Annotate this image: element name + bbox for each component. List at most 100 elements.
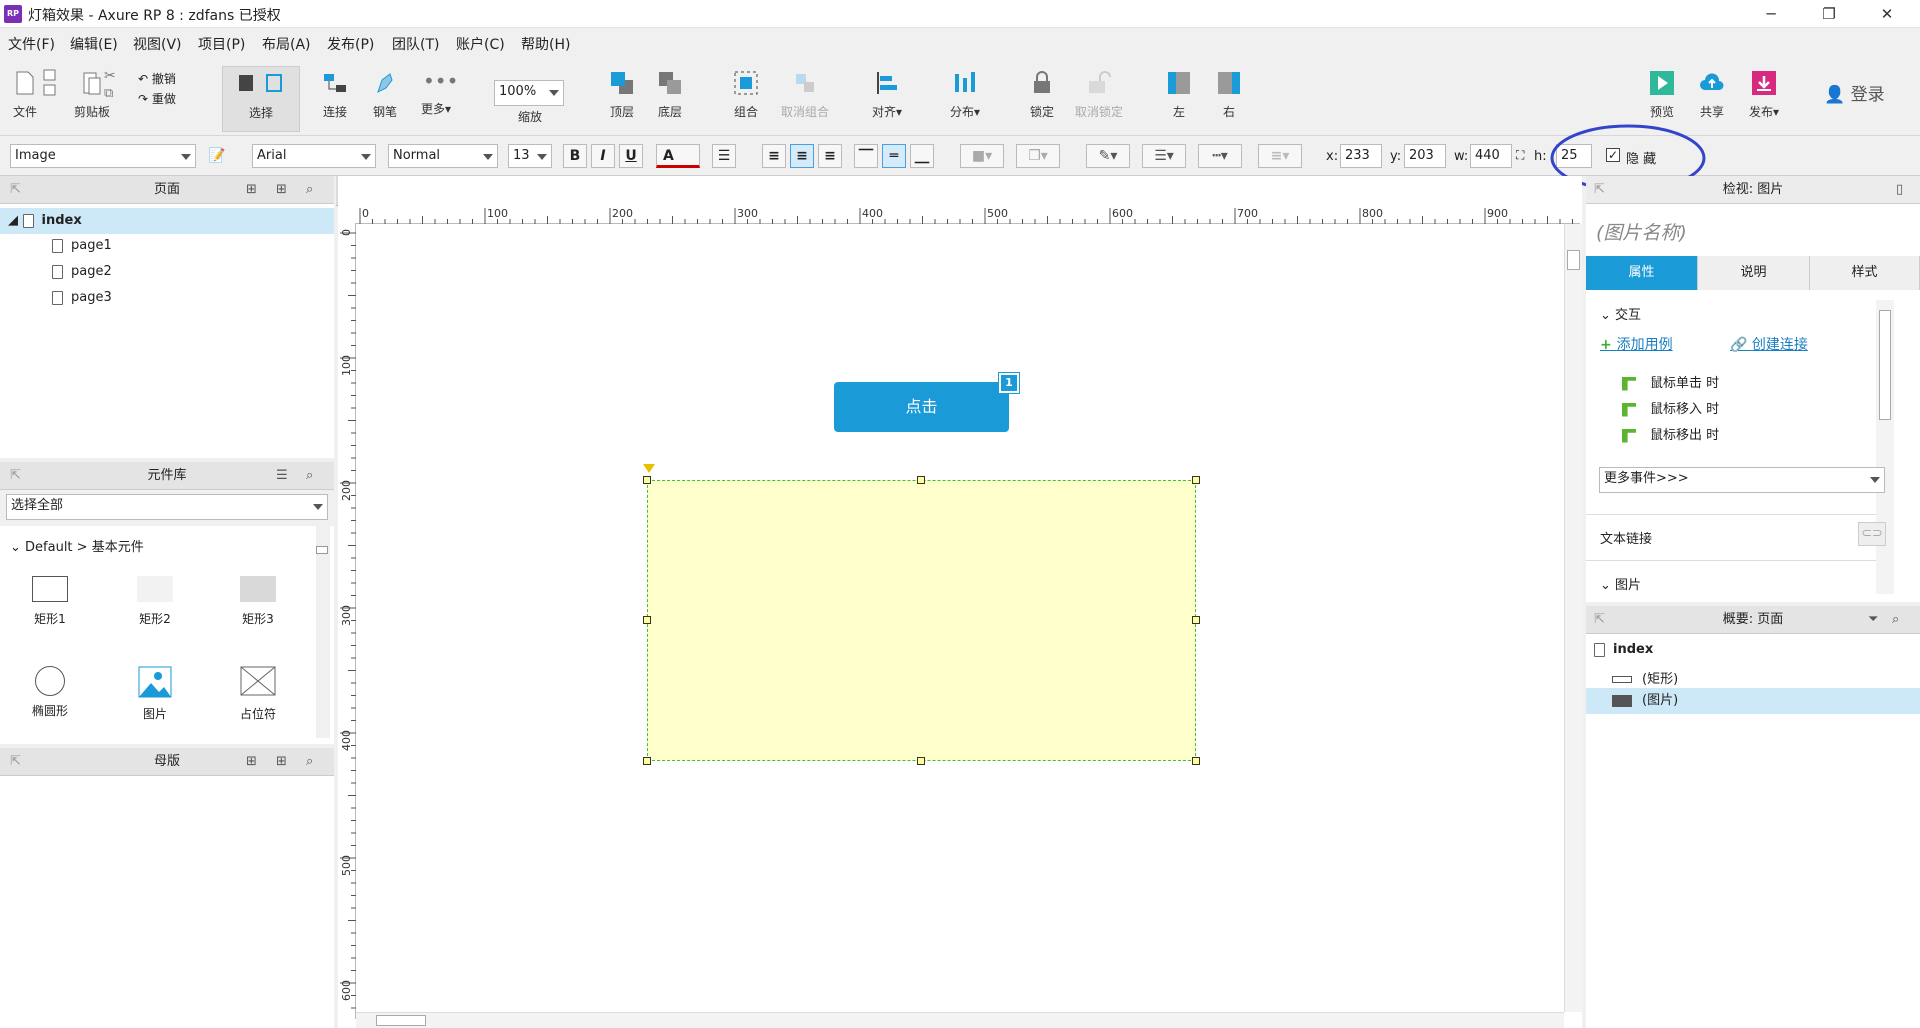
page-item[interactable]: page1 — [52, 238, 112, 253]
align-right-text-icon[interactable]: ≡ — [818, 144, 842, 168]
outline-item-rect[interactable]: (矩形) — [1612, 668, 1678, 687]
align-button[interactable]: 对齐▾ — [866, 70, 908, 120]
distribute-button[interactable]: 分布▾ — [944, 70, 986, 120]
resize-handle[interactable] — [917, 476, 925, 484]
font-color-button[interactable]: A — [656, 144, 700, 168]
create-link-link[interactable]: 🔗 创建连接 — [1730, 334, 1808, 354]
page-index[interactable]: ◢ index — [0, 208, 334, 234]
collapse-icon[interactable]: ⇱ — [10, 748, 21, 776]
resize-handle[interactable] — [643, 476, 651, 484]
menu-edit[interactable]: 编辑(E) — [70, 34, 118, 54]
outline-page-index[interactable]: index — [1594, 642, 1653, 657]
menu-layout[interactable]: 布局(A) — [262, 34, 311, 54]
resize-handle[interactable] — [1192, 476, 1200, 484]
library-group[interactable]: ⌄ Default > 基本元件 — [10, 536, 144, 555]
tab-notes[interactable]: 说明 — [1698, 256, 1810, 290]
keep-ratio-icon[interactable]: ⛶ — [1516, 148, 1524, 163]
fill-color-icon[interactable]: ■▾ — [960, 144, 1004, 168]
widget-type-select[interactable]: Image — [10, 144, 196, 168]
collapse-icon[interactable]: ⇱ — [10, 462, 21, 490]
library-select[interactable]: 选择全部 — [6, 494, 328, 520]
event-onmouseenter[interactable]: 鼠标移入 时 — [1622, 398, 1719, 417]
resize-handle[interactable] — [643, 757, 651, 765]
outline-item-image[interactable]: (图片) — [1586, 688, 1920, 714]
w-input[interactable]: 440 — [1470, 144, 1512, 168]
more-button[interactable]: ••• 更多▾ — [414, 70, 458, 117]
menu-icon[interactable]: ☰ — [276, 462, 288, 490]
click-button-widget[interactable]: 点击 — [834, 382, 1009, 432]
resize-handle[interactable] — [917, 757, 925, 765]
widget-image[interactable]: 图片 — [115, 666, 195, 722]
search-icon[interactable]: ⌕ — [306, 176, 313, 204]
resize-handle[interactable] — [643, 616, 651, 624]
menu-publish[interactable]: 发布(P) — [327, 34, 374, 54]
valign-bottom-icon[interactable]: ⎽ — [910, 144, 934, 168]
page-item[interactable]: page2 — [52, 264, 112, 279]
arrow-style-icon[interactable]: ≡▾ — [1258, 144, 1302, 168]
event-onmouseout[interactable]: 鼠标移出 时 — [1622, 424, 1719, 443]
interaction-section[interactable]: ⌄ 交互 — [1600, 304, 1641, 323]
page-item[interactable]: page3 — [52, 290, 112, 305]
preview-button[interactable]: 预览 — [1644, 70, 1680, 120]
right-button[interactable]: 右 — [1214, 70, 1244, 120]
select-button[interactable]: 选择 — [222, 66, 300, 132]
unlock-button[interactable]: 取消锁定 — [1070, 70, 1128, 120]
menu-file[interactable]: 文件(F) — [8, 34, 55, 54]
widget-ellipse[interactable]: 椭圆形 — [10, 666, 90, 719]
send-back-button[interactable]: 底层 — [650, 70, 690, 120]
scrollbar-thumb[interactable] — [1567, 250, 1580, 270]
valign-top-icon[interactable]: ⎺ — [854, 144, 878, 168]
menu-view[interactable]: 视图(V) — [133, 34, 182, 54]
scrollbar-thumb[interactable] — [376, 1015, 426, 1026]
widget-rect2[interactable]: 矩形2 — [115, 576, 195, 627]
left-button[interactable]: 左 — [1164, 70, 1194, 120]
connect-button[interactable]: 连接 — [316, 70, 354, 120]
style-edit-icon[interactable]: 📝 — [208, 148, 225, 164]
resize-handle[interactable] — [1192, 757, 1200, 765]
inspector-scrollbar[interactable] — [1876, 300, 1894, 594]
font-family-select[interactable]: Arial — [252, 144, 376, 168]
bring-front-button[interactable]: 顶层 — [602, 70, 642, 120]
page-notes-icon[interactable]: ▯ — [1896, 176, 1903, 204]
add-case-link[interactable]: + 添加用例 — [1600, 334, 1673, 354]
widget-rect3[interactable]: 矩形3 — [218, 576, 298, 627]
x-input[interactable]: 233 — [1340, 144, 1382, 168]
save-icon[interactable] — [42, 68, 58, 98]
widget-rect1[interactable]: 矩形1 — [10, 576, 90, 627]
pen-button[interactable]: 钢笔 — [366, 70, 404, 120]
scrollbar-thumb[interactable] — [316, 546, 328, 554]
redo-button[interactable]: ↷ 重做 — [138, 90, 176, 107]
filter-icon[interactable]: ⏷ — [1868, 606, 1878, 634]
font-size-select[interactable]: 13 — [508, 144, 552, 168]
event-onclick[interactable]: 鼠标单击 时 — [1622, 372, 1719, 391]
collapse-icon[interactable]: ⇱ — [1594, 176, 1605, 204]
font-style-select[interactable]: Normal — [388, 144, 498, 168]
add-folder-icon[interactable]: ⊞ — [276, 748, 287, 776]
line-width-icon[interactable]: ☰▾ — [1142, 144, 1186, 168]
resize-handle[interactable] — [1192, 616, 1200, 624]
menu-team[interactable]: 团队(T) — [392, 34, 439, 54]
restore-icon[interactable]: ❐ — [1800, 0, 1858, 28]
y-input[interactable]: 203 — [1404, 144, 1446, 168]
widget-name-input[interactable]: (图片名称) — [1596, 218, 1687, 245]
ungroup-button[interactable]: 取消组合 — [776, 70, 834, 120]
search-icon[interactable]: ⌕ — [306, 748, 313, 776]
align-center-text-icon[interactable]: ≡ — [790, 144, 814, 168]
more-events-select[interactable]: 更多事件>>> — [1599, 467, 1885, 493]
collapse-icon[interactable]: ⇱ — [10, 176, 21, 204]
bold-button[interactable]: B — [563, 144, 587, 168]
widget-placeholder[interactable]: 占位符 — [218, 666, 298, 722]
collapse-icon[interactable]: ⇱ — [1594, 606, 1605, 634]
menu-account[interactable]: 账户(C) — [456, 34, 505, 54]
image-widget-selected[interactable] — [647, 480, 1196, 761]
add-master-icon[interactable]: ⊞ — [246, 748, 257, 776]
file-button[interactable]: 文件 — [8, 70, 42, 120]
scrollbar-thumb[interactable] — [1879, 310, 1891, 420]
rotation-handle-icon[interactable] — [643, 464, 655, 473]
align-left-text-icon[interactable]: ≡ — [762, 144, 786, 168]
publish-button[interactable]: 发布▾ — [1742, 70, 1786, 120]
copy-icon[interactable]: ⧉ — [104, 86, 113, 101]
menu-help[interactable]: 帮助(H) — [521, 34, 570, 54]
group-button[interactable]: 组合 — [726, 70, 766, 120]
line-style-icon[interactable]: ┅▾ — [1198, 144, 1242, 168]
